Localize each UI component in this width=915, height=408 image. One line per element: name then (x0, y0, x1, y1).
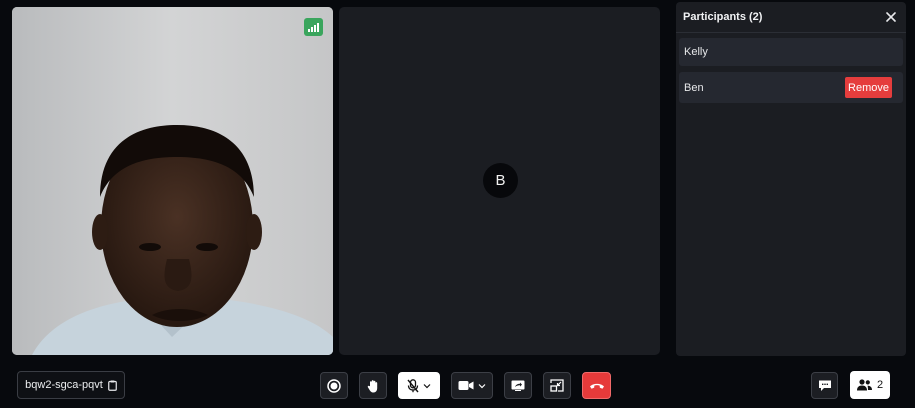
remote-participant-tile[interactable]: B (339, 7, 660, 355)
record-button[interactable] (320, 372, 348, 399)
participant-row[interactable]: Ben Remove (679, 72, 903, 103)
clipboard-icon[interactable] (107, 380, 117, 391)
video-camera-icon (458, 381, 474, 390)
signal-strength-badge (304, 18, 323, 36)
participants-toggle-button[interactable]: 2 (850, 371, 890, 399)
participant-video-frame (12, 7, 333, 355)
participants-title: Participants (2) (683, 11, 763, 23)
avatar: B (483, 163, 518, 198)
local-video-tile[interactable] (12, 7, 333, 355)
screen-share-button[interactable] (504, 372, 532, 399)
raise-hand-button[interactable] (359, 372, 387, 399)
chat-icon (818, 380, 831, 391)
phone-hangup-icon (589, 383, 604, 389)
meeting-code[interactable]: bqw2-sgca-pqvt (17, 371, 125, 399)
remove-participant-button[interactable]: Remove (845, 77, 892, 98)
pip-icon (550, 379, 564, 392)
signal-bars-icon (308, 22, 319, 32)
chevron-down-icon[interactable] (423, 383, 431, 389)
close-icon[interactable] (884, 10, 898, 24)
mic-toggle-button[interactable] (398, 372, 440, 399)
participants-panel: Participants (2) Kelly Ben Remove (676, 2, 906, 356)
hand-icon (367, 379, 377, 392)
picture-in-picture-button[interactable] (543, 372, 571, 399)
people-icon (856, 379, 872, 391)
participant-row[interactable]: Kelly (679, 38, 903, 66)
record-icon (327, 378, 341, 393)
screen-share-icon (511, 380, 525, 391)
participant-name: Kelly (684, 46, 708, 58)
participant-name: Ben (684, 81, 704, 94)
participants-header: Participants (2) (676, 2, 906, 33)
camera-toggle-button[interactable] (451, 372, 493, 399)
meeting-screen: B Participants (2) Kelly Ben Remove bqw2… (0, 0, 915, 408)
leave-call-button[interactable] (582, 372, 611, 399)
meeting-code-text: bqw2-sgca-pqvt (25, 379, 103, 391)
chat-button[interactable] (811, 372, 838, 399)
chevron-down-icon[interactable] (478, 383, 486, 389)
mic-off-icon (407, 378, 419, 392)
participant-count: 2 (876, 379, 884, 391)
